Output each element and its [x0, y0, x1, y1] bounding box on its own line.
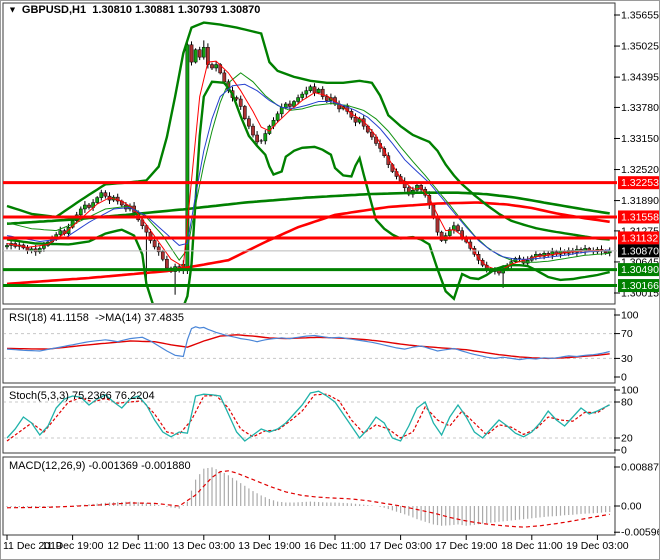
svg-text:100: 100	[621, 385, 639, 397]
svg-text:13 Dec 03:00: 13 Dec 03:00	[173, 540, 236, 552]
support-price-badge: 1.30490	[618, 263, 659, 277]
svg-text:1.31558: 1.31558	[621, 211, 659, 223]
svg-text:1.30870: 1.30870	[621, 245, 659, 257]
svg-text:20: 20	[621, 433, 633, 445]
svg-text:1.32253: 1.32253	[621, 177, 659, 189]
resistance-price-badge: 1.31558	[618, 210, 659, 224]
svg-text:11 Dec 19:00: 11 Dec 19:00	[42, 540, 104, 552]
svg-text:1.31890: 1.31890	[621, 195, 659, 207]
svg-text:1.34395: 1.34395	[621, 72, 659, 84]
svg-text:0: 0	[621, 445, 627, 457]
rsi-panel[interactable]	[2, 308, 616, 384]
svg-text:1.35025: 1.35025	[621, 41, 659, 53]
svg-text:1.33150: 1.33150	[621, 133, 659, 145]
resistance-price-badge: 1.31132	[618, 231, 659, 245]
svg-text:1.30166: 1.30166	[621, 280, 659, 292]
svg-text:17 Dec 03:00: 17 Dec 03:00	[369, 540, 432, 552]
stochastic-panel[interactable]	[2, 386, 616, 454]
svg-text:80: 80	[621, 397, 633, 409]
svg-text:0.00: 0.00	[621, 501, 642, 513]
svg-text:1.30490: 1.30490	[621, 264, 659, 276]
svg-text:100: 100	[621, 310, 639, 322]
svg-text:-0.005966: -0.005966	[621, 527, 660, 539]
resistance-price-badge: 1.32253	[618, 176, 659, 190]
svg-text:18 Dec 11:00: 18 Dec 11:00	[501, 540, 563, 552]
support-price-badge: 1.30166	[618, 279, 659, 293]
svg-text:13 Dec 19:00: 13 Dec 19:00	[238, 540, 301, 552]
svg-text:0: 0	[621, 372, 627, 384]
svg-text:1.33780: 1.33780	[621, 102, 659, 114]
svg-text:12 Dec 11:00: 12 Dec 11:00	[107, 540, 169, 552]
svg-text:1.31132: 1.31132	[621, 232, 658, 244]
svg-text:19 Dec 03:00: 19 Dec 03:00	[566, 540, 629, 552]
chart-window: 1.35655 1.35025 1.34395 1.33780 1.33150 1.325…	[0, 0, 660, 560]
price-axis[interactable]: 1.35655 1.35025 1.34395 1.33780 1.33150 1.325…	[614, 10, 660, 539]
time-axis[interactable]: 11 Dec 201911 Dec 19:00 12 Dec 11:00 13 De…	[3, 535, 629, 552]
svg-text:1.35655: 1.35655	[621, 10, 659, 22]
svg-text:16 Dec 11:00: 16 Dec 11:00	[304, 540, 366, 552]
svg-text:30: 30	[621, 353, 633, 365]
svg-text:17 Dec 19:00: 17 Dec 19:00	[435, 540, 498, 552]
current-price-badge: 1.30870	[618, 244, 659, 258]
svg-text:70: 70	[621, 328, 633, 340]
svg-text:1.32520: 1.32520	[621, 164, 659, 176]
svg-text:0.008876: 0.008876	[621, 461, 660, 473]
macd-panel[interactable]	[2, 456, 616, 536]
chart-canvas[interactable]: 1.35655 1.35025 1.34395 1.33780 1.33150 1.325…	[1, 1, 660, 560]
